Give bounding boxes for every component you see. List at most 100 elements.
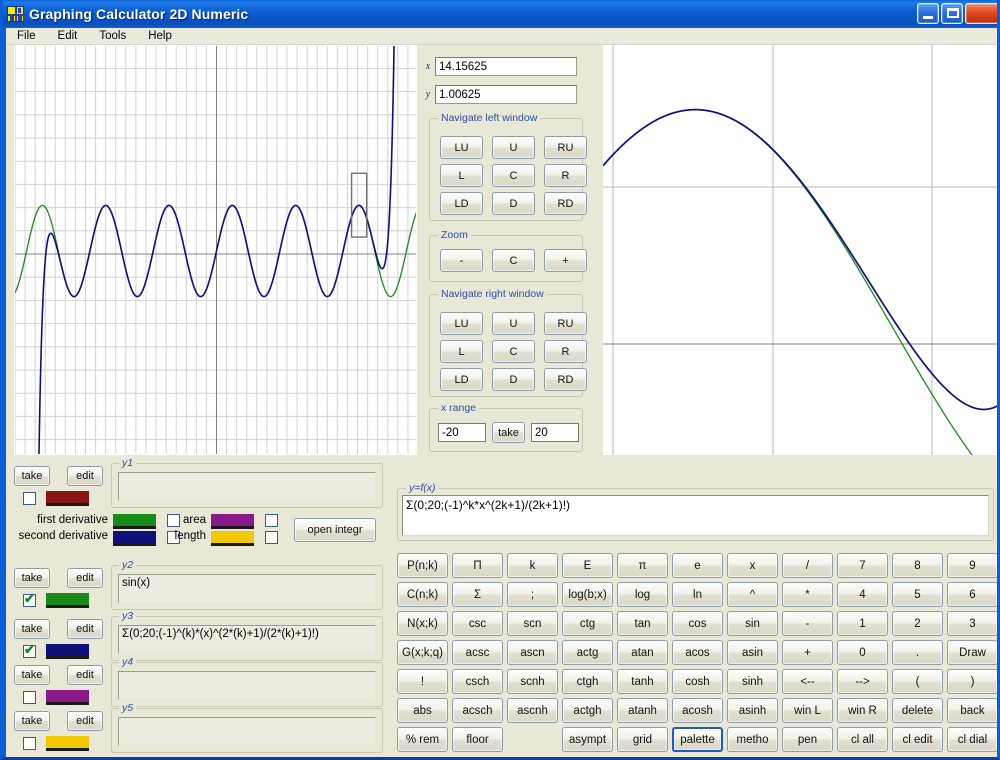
key-csc[interactable]: csc [452,611,503,636]
x-coordinate-field[interactable]: 14.15625 [435,57,577,76]
menu-item-tools[interactable]: Tools [88,29,137,43]
y5-take-button[interactable]: take [14,711,50,731]
key-grid[interactable]: grid [617,727,668,752]
nav-left-l-button[interactable]: L [440,164,483,187]
key-acosh[interactable]: acosh [672,698,723,723]
y5-expression-input[interactable] [118,717,376,746]
key-empty[interactable]: ! [397,669,448,694]
key-empty[interactable]: ) [947,669,997,694]
nav-left-r-button[interactable]: R [544,164,587,187]
nav-left-u-button[interactable]: U [492,136,535,159]
y2-edit-button[interactable]: edit [67,568,103,588]
y5-color-swatch[interactable] [46,736,89,751]
first-derivative-color-swatch[interactable] [113,514,156,529]
nav-left-d-button[interactable]: D [492,192,535,215]
key-back[interactable]: back [947,698,997,723]
key-empty[interactable]: --> [837,669,888,694]
key-log[interactable]: log [617,582,668,607]
nav-left-c-button[interactable]: C [492,164,535,187]
key-9[interactable]: 9 [947,553,997,578]
close-button[interactable] [965,3,997,24]
key-asinh[interactable]: asinh [727,698,778,723]
key-draw[interactable]: Draw [947,640,997,665]
key-asin[interactable]: asin [727,640,778,665]
y2-take-button[interactable]: take [14,568,50,588]
key-delete[interactable]: delete [892,698,943,723]
key-1[interactable]: 1 [837,611,888,636]
y2-expression-input[interactable]: sin(x) [118,574,376,603]
y3-color-swatch[interactable] [46,644,89,659]
key-pen[interactable]: pen [782,727,833,752]
key-4[interactable]: 4 [837,582,888,607]
x-range-take-button[interactable]: take [492,422,525,443]
zoom-out-button[interactable]: - [440,249,483,272]
length-color-swatch[interactable] [211,531,254,546]
key-win-l[interactable]: win L [782,698,833,723]
minimize-button[interactable] [917,3,939,24]
y1-visible-checkbox[interactable] [23,492,36,505]
key-empty[interactable]: П [452,553,503,578]
menu-item-file[interactable]: File [6,29,47,43]
key-empty[interactable]: <-- [782,669,833,694]
y1-edit-button[interactable]: edit [67,466,103,486]
nav-right-r-button[interactable]: R [544,340,587,363]
menu-item-edit[interactable]: Edit [47,29,89,43]
key-empty[interactable]: . [892,640,943,665]
key-5[interactable]: 5 [892,582,943,607]
zoom-center-button[interactable]: C [492,249,535,272]
key-ctg[interactable]: ctg [562,611,613,636]
key-cosh[interactable]: cosh [672,669,723,694]
key-empty[interactable]: * [782,582,833,607]
nav-right-c-button[interactable]: C [492,340,535,363]
key-cos[interactable]: cos [672,611,723,636]
key-6[interactable]: 6 [947,582,997,607]
length-checkbox[interactable] [265,531,278,544]
key-ascn[interactable]: ascn [507,640,558,665]
y3-edit-button[interactable]: edit [67,619,103,639]
y4-color-swatch[interactable] [46,690,89,705]
y4-visible-checkbox[interactable] [23,691,36,704]
nav-right-lu-button[interactable]: LU [440,312,483,335]
key-e[interactable]: E [562,553,613,578]
key-empty[interactable]: + [782,640,833,665]
key-metho[interactable]: metho [727,727,778,752]
left-plot-canvas[interactable] [14,45,417,455]
nav-right-rd-button[interactable]: RD [544,368,587,391]
key-k[interactable]: k [507,553,558,578]
key-cl-all[interactable]: cl all [837,727,888,752]
key-acsch[interactable]: acsch [452,698,503,723]
key-empty[interactable]: / [782,553,833,578]
nav-right-l-button[interactable]: L [440,340,483,363]
maximize-button[interactable] [941,3,963,24]
key-actgh[interactable]: actgh [562,698,613,723]
y3-take-button[interactable]: take [14,619,50,639]
key-win-r[interactable]: win R [837,698,888,723]
key-cl-dial[interactable]: cl dial [947,727,997,752]
key-8[interactable]: 8 [892,553,943,578]
second-derivative-color-swatch[interactable] [113,531,156,546]
nav-left-lu-button[interactable]: LU [440,136,483,159]
key-ln[interactable]: ln [672,582,723,607]
key-atanh[interactable]: atanh [617,698,668,723]
key-acos[interactable]: acos [672,640,723,665]
right-plot-canvas[interactable] [603,45,997,455]
y2-visible-checkbox[interactable] [23,591,36,607]
area-color-swatch[interactable] [211,514,254,529]
key-actg[interactable]: actg [562,640,613,665]
zoom-in-button[interactable]: + [544,249,587,272]
key-empty[interactable]: ( [892,669,943,694]
key-empty[interactable]: ^ [727,582,778,607]
open-integr-button[interactable]: open integr [294,518,376,542]
key-abs[interactable]: abs [397,698,448,723]
key-acsc[interactable]: acsc [452,640,503,665]
formula-input[interactable]: Σ(0;20;(-1)^k*x^(2k+1)/(2k+1)!) [402,495,989,536]
menu-item-help[interactable]: Help [137,29,183,43]
y-coordinate-field[interactable]: 1.00625 [435,85,577,104]
key-scn[interactable]: scn [507,611,558,636]
key-csch[interactable]: csch [452,669,503,694]
key-palette[interactable]: palette [672,727,723,752]
key-0[interactable]: 0 [837,640,888,665]
key-floor[interactable]: floor [452,727,503,752]
y5-visible-checkbox[interactable] [23,737,36,750]
nav-right-d-button[interactable]: D [492,368,535,391]
